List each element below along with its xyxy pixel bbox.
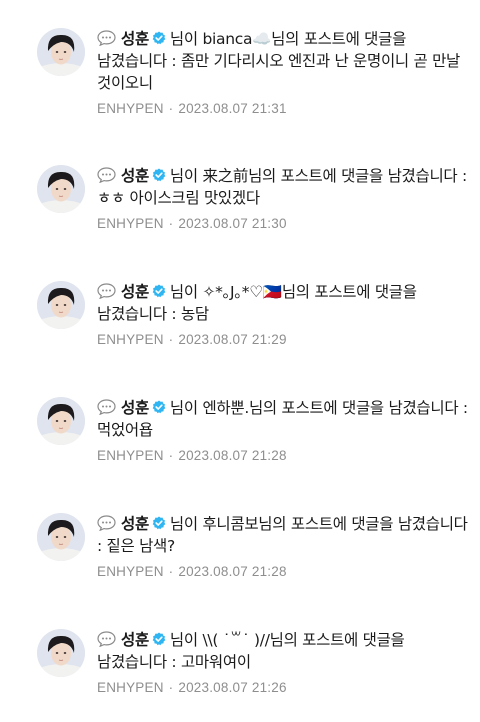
meta-separator: ·: [168, 101, 174, 116]
notification-item[interactable]: 성훈 님이 bianca☁️님의 포스트에 댓글을 남겼습니다 : 좀만 기다리시…: [0, 28, 480, 144]
verified-badge-icon: [152, 400, 166, 414]
meta-separator: ·: [168, 448, 174, 463]
notification-meta: ENHYPEN · 2023.08.07 21:31: [97, 101, 469, 116]
meta-separator: ·: [168, 332, 174, 347]
notification-body: 성훈 님이 bianca☁️님의 포스트에 댓글을 남겼습니다 : 좀만 기다리시…: [97, 28, 469, 116]
speech-bubble-icon: [97, 167, 116, 183]
notification-feed: 성훈 님이 bianca☁️님의 포스트에 댓글을 남겼습니다 : 좀만 기다리시…: [0, 0, 480, 722]
meta-separator: ·: [168, 216, 174, 231]
author-name[interactable]: 성훈: [121, 283, 149, 301]
verified-badge-icon: [152, 632, 166, 646]
source-label: ENHYPEN: [97, 564, 164, 579]
author-name[interactable]: 성훈: [121, 30, 149, 48]
notification-meta: ENHYPEN · 2023.08.07 21:28: [97, 564, 469, 579]
notification-meta: ENHYPEN · 2023.08.07 21:26: [97, 680, 469, 695]
timestamp: 2023.08.07 21:31: [178, 101, 287, 116]
notification-text: 성훈 님이 bianca☁️님의 포스트에 댓글을 남겼습니다 : 좀만 기다리시…: [97, 28, 469, 94]
notification-body: 성훈 님이 후니콤보님의 포스트에 댓글을 남겼습니다 : 짙은 남색? ENHY…: [97, 513, 469, 579]
source-label: ENHYPEN: [97, 448, 164, 463]
verified-badge-icon: [152, 168, 166, 182]
notification-item[interactable]: 성훈 님이 엔하뿐.님의 포스트에 댓글을 남겼습니다 : 먹었어욥 ENHYPE…: [0, 397, 480, 513]
source-label: ENHYPEN: [97, 332, 164, 347]
notification-item[interactable]: 성훈 님이 来之前님의 포스트에 댓글을 남겼습니다 : ㅎㅎ 아이스크림 맛있겠…: [0, 165, 480, 281]
notification-text: 성훈 님이 후니콤보님의 포스트에 댓글을 남겼습니다 : 짙은 남색?: [97, 513, 469, 557]
speech-bubble-icon: [97, 399, 116, 415]
meta-separator: ·: [168, 564, 174, 579]
notification-text: 성훈 님이 ✧*｡J｡*♡🇵🇭님의 포스트에 댓글을 남겼습니다 : 농담: [97, 281, 469, 325]
notification-body: 성훈 님이 엔하뿐.님의 포스트에 댓글을 남겼습니다 : 먹었어욥 ENHYPE…: [97, 397, 469, 463]
speech-bubble-icon: [97, 515, 116, 531]
author-name[interactable]: 성훈: [121, 515, 149, 533]
profile-avatar[interactable]: [37, 165, 85, 213]
source-label: ENHYPEN: [97, 680, 164, 695]
notification-text: 성훈 님이 来之前님의 포스트에 댓글을 남겼습니다 : ㅎㅎ 아이스크림 맛있겠…: [97, 165, 469, 209]
meta-separator: ·: [168, 680, 174, 695]
speech-bubble-icon: [97, 631, 116, 647]
notification-body: 성훈 님이 \\( ˙꒳˙ )//님의 포스트에 댓글을 남겼습니다 : 고마워여…: [97, 629, 469, 695]
profile-avatar[interactable]: [37, 28, 85, 76]
speech-bubble-icon: [97, 30, 116, 46]
author-name[interactable]: 성훈: [121, 167, 149, 185]
notification-item[interactable]: 성훈 님이 후니콤보님의 포스트에 댓글을 남겼습니다 : 짙은 남색? ENHY…: [0, 513, 480, 629]
timestamp: 2023.08.07 21:28: [178, 564, 287, 579]
timestamp: 2023.08.07 21:28: [178, 448, 287, 463]
notification-body: 성훈 님이 来之前님의 포스트에 댓글을 남겼습니다 : ㅎㅎ 아이스크림 맛있겠…: [97, 165, 469, 231]
profile-avatar[interactable]: [37, 281, 85, 329]
timestamp: 2023.08.07 21:29: [178, 332, 287, 347]
author-name[interactable]: 성훈: [121, 631, 149, 649]
notification-text: 성훈 님이 엔하뿐.님의 포스트에 댓글을 남겼습니다 : 먹었어욥: [97, 397, 469, 441]
notification-text: 성훈 님이 \\( ˙꒳˙ )//님의 포스트에 댓글을 남겼습니다 : 고마워여…: [97, 629, 469, 673]
verified-badge-icon: [152, 516, 166, 530]
speech-bubble-icon: [97, 283, 116, 299]
notification-item[interactable]: 성훈 님이 ✧*｡J｡*♡🇵🇭님의 포스트에 댓글을 남겼습니다 : 농담 ENH…: [0, 281, 480, 397]
timestamp: 2023.08.07 21:26: [178, 680, 287, 695]
notification-body: 성훈 님이 ✧*｡J｡*♡🇵🇭님의 포스트에 댓글을 남겼습니다 : 농담 ENH…: [97, 281, 469, 347]
profile-avatar[interactable]: [37, 513, 85, 561]
verified-badge-icon: [152, 31, 166, 45]
notification-item[interactable]: 성훈 님이 \\( ˙꒳˙ )//님의 포스트에 댓글을 남겼습니다 : 고마워여…: [0, 629, 480, 722]
author-name[interactable]: 성훈: [121, 399, 149, 417]
timestamp: 2023.08.07 21:30: [178, 216, 287, 231]
verified-badge-icon: [152, 284, 166, 298]
source-label: ENHYPEN: [97, 101, 164, 116]
profile-avatar[interactable]: [37, 629, 85, 677]
profile-avatar[interactable]: [37, 397, 85, 445]
notification-meta: ENHYPEN · 2023.08.07 21:29: [97, 332, 469, 347]
notification-meta: ENHYPEN · 2023.08.07 21:30: [97, 216, 469, 231]
source-label: ENHYPEN: [97, 216, 164, 231]
notification-meta: ENHYPEN · 2023.08.07 21:28: [97, 448, 469, 463]
